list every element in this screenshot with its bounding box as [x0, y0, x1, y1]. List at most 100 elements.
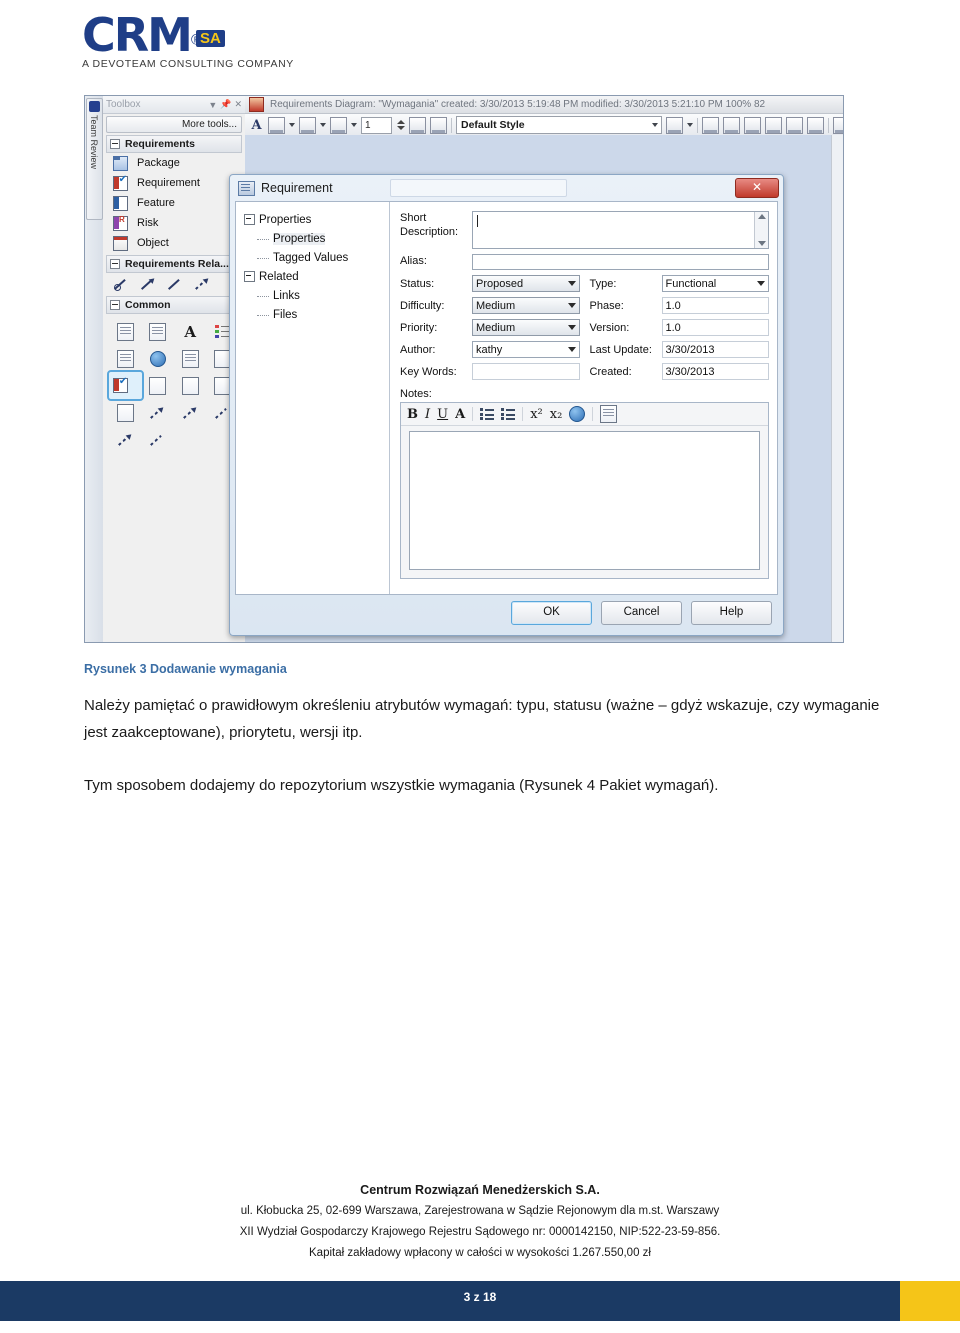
bullet-list-icon[interactable] — [480, 408, 495, 420]
collapse-icon[interactable] — [110, 139, 120, 149]
tree-line-icon — [257, 314, 269, 316]
common-hyperlink-tool[interactable] — [142, 345, 175, 372]
type-select[interactable]: Functional — [661, 275, 769, 292]
common-text-tool[interactable]: A — [174, 318, 207, 345]
author-value: kathy — [476, 343, 503, 356]
common-note-link-tool[interactable] — [174, 399, 207, 426]
difficulty-select[interactable]: Medium — [472, 297, 580, 314]
key-words-input[interactable] — [472, 363, 580, 380]
common-uml-tool[interactable] — [174, 345, 207, 372]
toolbox-item-feature[interactable]: Feature — [103, 193, 245, 213]
font-style-icon[interactable] — [268, 116, 285, 134]
common-boundary-tool[interactable] — [109, 399, 142, 426]
status-select[interactable]: Proposed — [472, 275, 580, 292]
save-style-icon[interactable] — [666, 116, 683, 134]
association-line-icon[interactable] — [169, 277, 182, 290]
tree-node-related-root[interactable]: Related — [244, 267, 389, 286]
alias-input[interactable] — [472, 254, 769, 270]
dependency-arrow-icon[interactable] — [196, 277, 209, 290]
help-button[interactable]: Help — [691, 601, 772, 625]
tree-item-links[interactable]: Links — [244, 286, 389, 305]
toolbox-section-common[interactable]: Common — [106, 296, 242, 314]
italic-icon[interactable]: I — [425, 407, 430, 422]
last-update-value: 3/30/2013 — [661, 341, 769, 358]
toolbox-item-risk[interactable]: Risk — [103, 213, 245, 233]
close-icon[interactable]: ✕ — [735, 178, 779, 198]
align-top-icon[interactable] — [744, 116, 761, 134]
chevron-down-icon[interactable] — [687, 123, 693, 127]
common-issue-tool[interactable] — [174, 372, 207, 399]
toolbox-section-requirements-relationships[interactable]: Requirements Rela... — [106, 255, 242, 273]
toolbox-section-requirements[interactable]: Requirements — [106, 135, 242, 153]
subscript-icon[interactable]: x₂ — [550, 407, 563, 422]
collapse-icon[interactable] — [110, 259, 120, 269]
common-delete-tool[interactable] — [142, 372, 175, 399]
toolbox-item-object[interactable]: Object — [103, 233, 245, 253]
line-width-stepper[interactable] — [396, 118, 405, 133]
short-description-scrollbar[interactable] — [754, 212, 768, 248]
chevron-down-icon[interactable]: ▼ — [208, 100, 217, 110]
common-constraint-tool[interactable] — [142, 318, 175, 345]
format-painter-icon[interactable] — [409, 116, 426, 134]
toolbox-item-requirement[interactable]: Requirement — [103, 173, 245, 193]
common-requirement-tool-selected[interactable] — [107, 370, 144, 401]
collapse-icon[interactable] — [110, 300, 120, 310]
realize-arrow-icon[interactable] — [142, 277, 155, 290]
bold-icon[interactable]: B — [407, 407, 418, 422]
line-width-input[interactable]: 1 — [361, 116, 392, 134]
chevron-down-icon[interactable] — [351, 123, 357, 127]
underline-icon[interactable]: U — [437, 407, 448, 422]
toolbox-item-package[interactable]: Package — [103, 153, 245, 173]
phase-input[interactable]: 1.0 — [661, 297, 769, 314]
version-input[interactable]: 1.0 — [661, 319, 769, 336]
type-label: Type: — [589, 277, 617, 290]
diagram-vertical-scrollbar[interactable] — [831, 135, 843, 642]
created-label: Created: — [589, 365, 632, 378]
more-tools-button[interactable]: More tools... — [106, 116, 242, 133]
tree-item-tagged-values[interactable]: Tagged Values — [244, 248, 389, 267]
object-icon — [113, 235, 128, 251]
align-left-icon[interactable] — [702, 116, 719, 134]
send-to-back-icon[interactable] — [807, 116, 824, 134]
common-link-tool[interactable] — [142, 426, 175, 453]
aggregation-arrow-icon[interactable] — [114, 277, 128, 291]
layout-diagram-icon[interactable] — [833, 116, 843, 134]
line-color-icon[interactable] — [330, 116, 347, 134]
chevron-down-icon[interactable] — [320, 123, 326, 127]
issue-icon — [181, 376, 199, 395]
eyedropper-icon[interactable] — [430, 116, 447, 134]
close-icon[interactable]: ✕ — [234, 99, 242, 110]
font-color-icon[interactable]: A — [249, 118, 264, 133]
common-diagram-note-tool[interactable] — [109, 345, 142, 372]
fill-color-icon[interactable] — [299, 116, 316, 134]
section-label: Requirements — [125, 138, 196, 150]
notes-input[interactable] — [409, 431, 760, 570]
tree-node-properties-root[interactable]: Properties — [244, 210, 389, 229]
bring-to-front-icon[interactable] — [786, 116, 803, 134]
collapse-icon[interactable] — [244, 214, 255, 225]
tree-item-files[interactable]: Files — [244, 305, 389, 324]
chevron-down-icon[interactable] — [652, 123, 658, 127]
difficulty-label: Difficulty: — [400, 299, 445, 312]
align-center-icon[interactable] — [765, 116, 782, 134]
short-description-input[interactable] — [472, 211, 769, 249]
common-dependency-tool[interactable] — [109, 426, 142, 453]
numbered-list-icon[interactable] — [501, 408, 516, 420]
align-right-icon[interactable] — [723, 116, 740, 134]
author-select[interactable]: kathy — [472, 341, 580, 358]
collapse-icon[interactable] — [244, 271, 255, 282]
cancel-button[interactable]: Cancel — [601, 601, 682, 625]
chevron-down-icon[interactable] — [289, 123, 295, 127]
text-color-icon[interactable]: A — [455, 407, 465, 422]
team-review-tab[interactable]: Team Review — [86, 98, 103, 220]
priority-select[interactable]: Medium — [472, 319, 580, 336]
ok-button[interactable]: OK — [511, 601, 592, 625]
pin-icon[interactable]: 📌 — [220, 99, 231, 110]
superscript-icon[interactable]: x² — [530, 407, 543, 422]
style-select[interactable]: Default Style — [456, 116, 662, 134]
hyperlink-globe-icon[interactable] — [569, 406, 586, 422]
common-note-tool[interactable] — [109, 318, 142, 345]
tree-item-properties[interactable]: Properties — [244, 229, 389, 248]
common-trace-tool[interactable] — [142, 399, 175, 426]
insert-document-icon[interactable] — [600, 405, 618, 423]
